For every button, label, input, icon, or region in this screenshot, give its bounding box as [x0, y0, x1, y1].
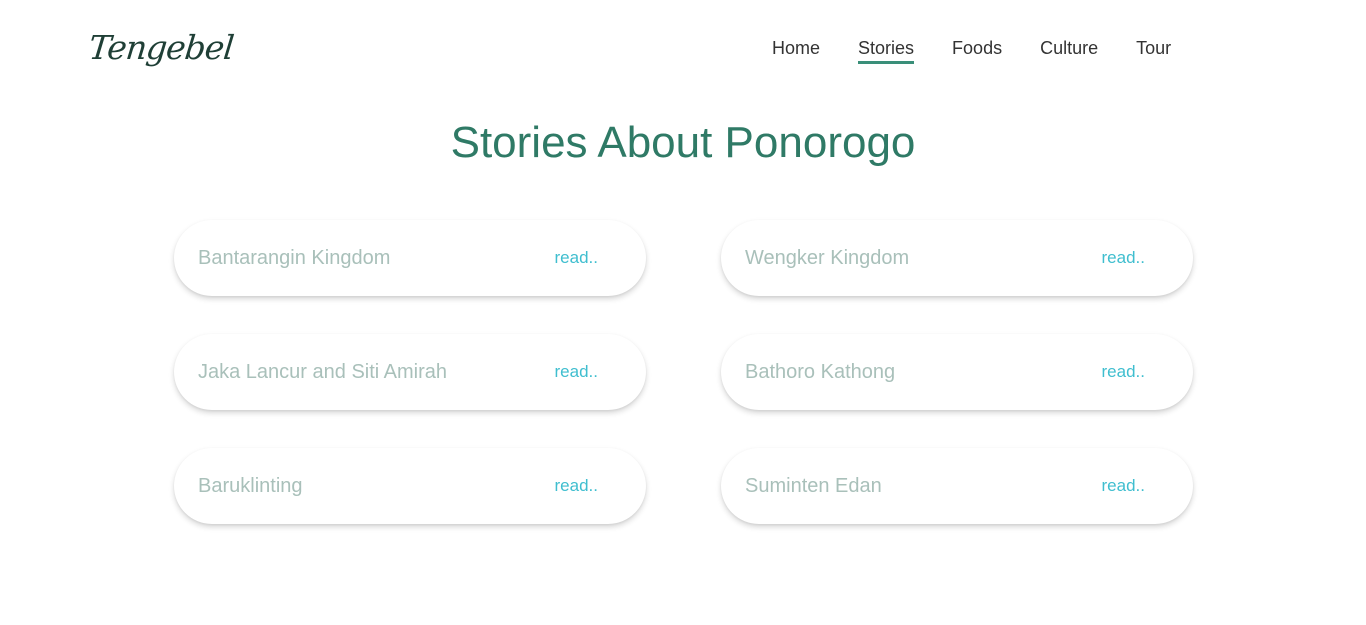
story-card-baruklinting: Baruklinting read.. [174, 448, 646, 524]
read-more-link[interactable]: read.. [555, 248, 598, 268]
read-more-link[interactable]: read.. [1102, 362, 1145, 382]
nav-culture-link[interactable]: Culture [1040, 38, 1098, 64]
page: Tengebel Home Stories Foods Culture Tour… [0, 0, 1366, 625]
stories-grid: Bantarangin Kingdom read.. Wengker Kingd… [174, 220, 1193, 524]
story-title: Bathoro Kathong [745, 360, 896, 383]
nav-tour-link[interactable]: Tour [1136, 38, 1171, 64]
story-title: Bantarangin Kingdom [198, 246, 391, 269]
read-more-link[interactable]: read.. [555, 476, 598, 496]
story-card-wengker: Wengker Kingdom read.. [721, 220, 1193, 296]
main-nav: Home Stories Foods Culture Tour [772, 38, 1171, 64]
story-title: Baruklinting [198, 474, 303, 497]
read-more-link[interactable]: read.. [1102, 476, 1145, 496]
story-title: Suminten Edan [745, 474, 882, 497]
story-card-bathoro-kathong: Bathoro Kathong read.. [721, 334, 1193, 410]
nav-stories-link[interactable]: Stories [858, 38, 915, 64]
story-title: Jaka Lancur and Siti Amirah [198, 360, 448, 383]
nav-home-link[interactable]: Home [772, 38, 820, 64]
read-more-link[interactable]: read.. [1102, 248, 1145, 268]
story-card-bantarangin: Bantarangin Kingdom read.. [174, 220, 646, 296]
page-title: Stories About Ponorogo [450, 118, 916, 167]
read-more-link[interactable]: read.. [555, 362, 598, 382]
story-card-suminten-edan: Suminten Edan read.. [721, 448, 1193, 524]
nav-foods-link[interactable]: Foods [952, 38, 1002, 64]
story-title: Wengker Kingdom [745, 246, 910, 269]
story-card-jaka-lancur: Jaka Lancur and Siti Amirah read.. [174, 334, 646, 410]
site-logo[interactable]: Tengebel [87, 28, 235, 67]
